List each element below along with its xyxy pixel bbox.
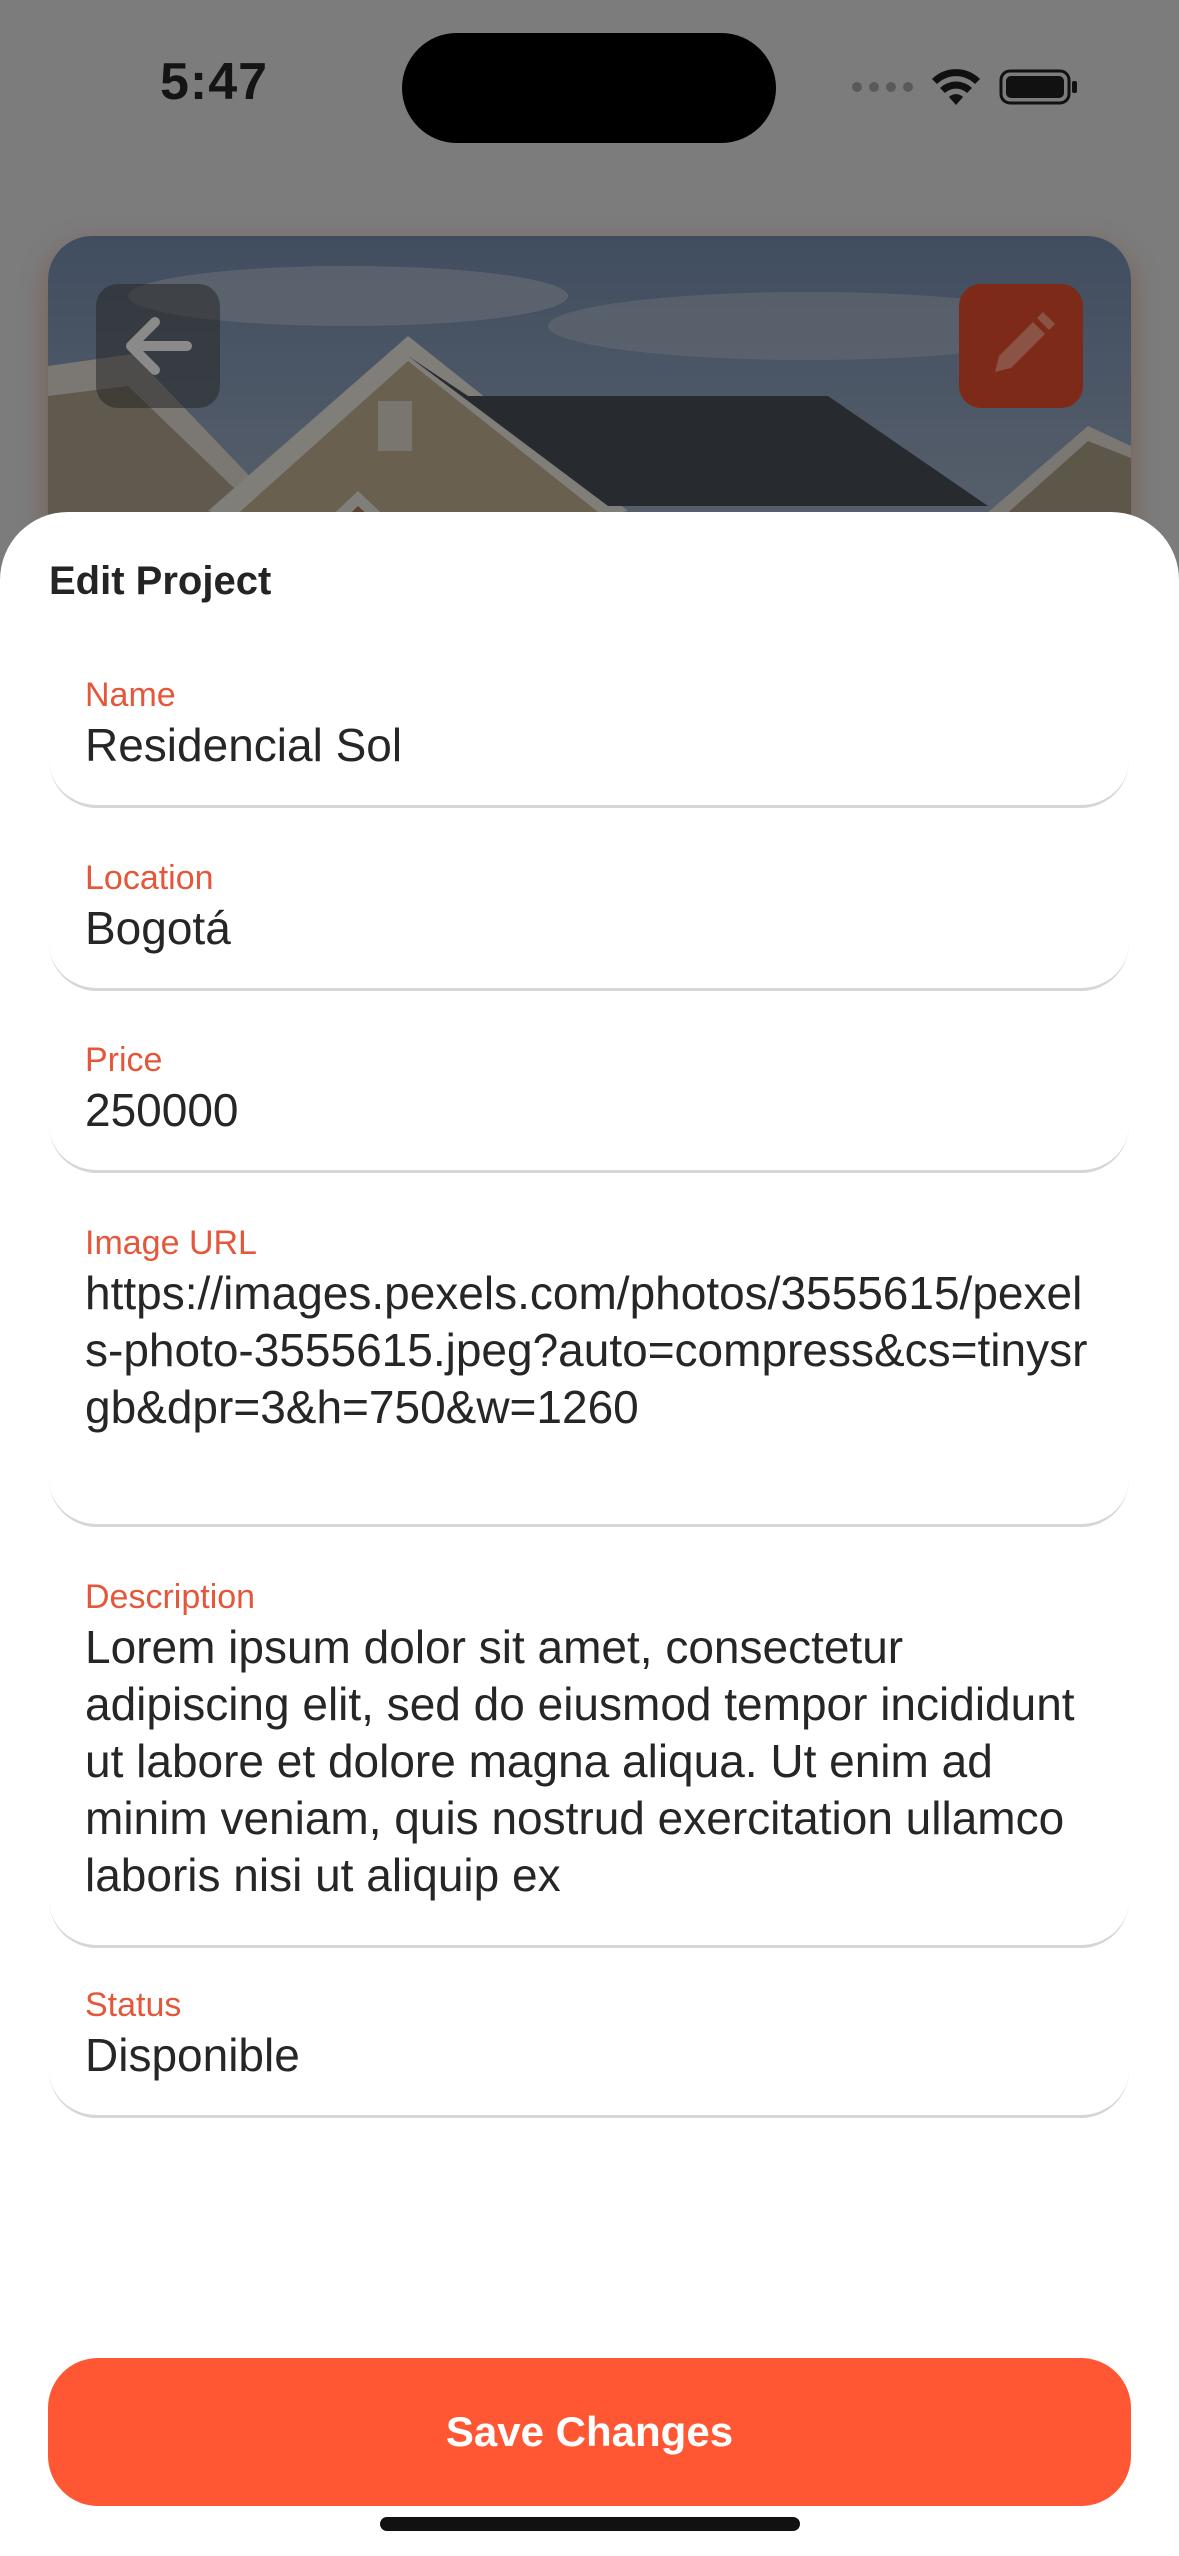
sheet-title: Edit Project xyxy=(49,559,272,603)
name-field[interactable]: Name Residencial Sol xyxy=(49,662,1129,808)
name-field-label: Name xyxy=(85,676,176,714)
status-bar: 5:47 xyxy=(0,0,1179,180)
battery-icon xyxy=(999,69,1077,105)
location-field[interactable]: Location Bogotá xyxy=(49,845,1129,991)
price-field-label: Price xyxy=(85,1041,163,1079)
wifi-icon xyxy=(932,69,980,105)
back-button[interactable] xyxy=(96,284,220,408)
status-field[interactable]: Status Disponible xyxy=(49,1972,1129,2118)
dynamic-island xyxy=(402,33,776,143)
location-field-label: Location xyxy=(85,859,214,897)
name-field-value[interactable]: Residencial Sol xyxy=(85,717,1093,774)
price-field-value[interactable]: 250000 xyxy=(85,1082,1093,1139)
description-field[interactable]: Description Lorem ipsum dolor sit amet, … xyxy=(49,1564,1129,1948)
edit-button[interactable] xyxy=(959,284,1083,408)
pencil-icon xyxy=(995,312,1055,372)
status-field-label: Status xyxy=(85,1986,182,2024)
image-url-field-label: Image URL xyxy=(85,1224,257,1262)
location-field-value[interactable]: Bogotá xyxy=(85,900,1093,957)
status-field-value[interactable]: Disponible xyxy=(85,2027,1093,2084)
image-url-field-value[interactable]: https://images.pexels.com/photos/3555615… xyxy=(85,1265,1093,1436)
arrow-left-icon xyxy=(126,317,192,375)
image-url-field[interactable]: Image URL https://images.pexels.com/phot… xyxy=(49,1210,1129,1527)
description-field-value[interactable]: Lorem ipsum dolor sit amet, consectetur … xyxy=(85,1619,1093,1904)
status-icons xyxy=(852,62,1079,112)
signal-dots-icon xyxy=(852,82,913,92)
save-changes-button[interactable]: Save Changes xyxy=(48,2358,1131,2506)
description-field-label: Description xyxy=(85,1578,256,1616)
home-indicator xyxy=(380,2517,800,2531)
status-time: 5:47 xyxy=(160,53,269,111)
edit-project-sheet: Edit Project Name Residencial Sol Locati… xyxy=(0,512,1179,2556)
price-field[interactable]: Price 250000 xyxy=(49,1027,1129,1173)
